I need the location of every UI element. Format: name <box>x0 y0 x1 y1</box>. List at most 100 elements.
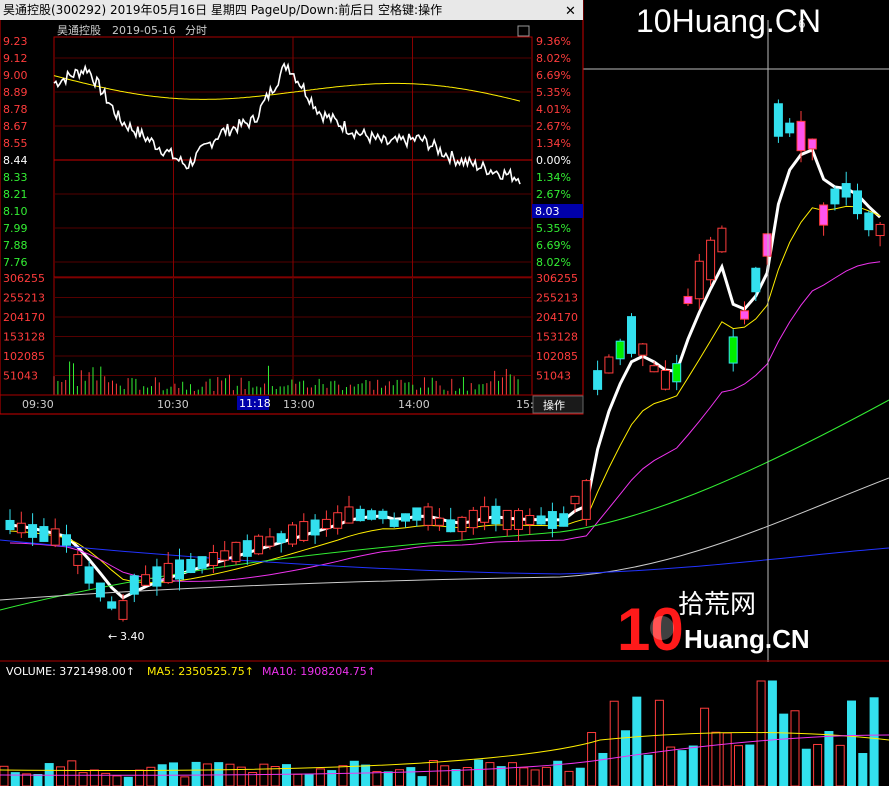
candle-body <box>73 554 83 566</box>
low-price-arrow: ← <box>108 630 117 643</box>
volume-bar <box>214 762 224 786</box>
close-icon[interactable]: ✕ <box>565 4 576 19</box>
price-tick: 8.67 <box>3 120 28 133</box>
time-label: 09:30 <box>22 398 54 411</box>
popup-date: 2019-05-16 <box>112 24 176 37</box>
volume-bar <box>22 773 32 786</box>
candle-body <box>446 519 456 533</box>
percent-tick: 5.35% <box>536 86 571 99</box>
candle-body <box>841 183 851 198</box>
main-chart: 3.40 ← 6 10Huang.CN 10 拾荒网 Huang.CN VOLU… <box>0 0 889 786</box>
candle-body <box>706 239 716 281</box>
candle-body <box>468 509 478 529</box>
candle-body <box>423 506 433 526</box>
volume-tick-right: 51043 <box>536 370 571 383</box>
candle-body <box>728 336 738 364</box>
candle-body <box>740 310 749 320</box>
volume-bar <box>677 750 687 786</box>
volume-bar <box>282 764 291 786</box>
intraday-popup[interactable]: 昊通控股(300292) 2019年05月16日 星期四 PageUp/Down… <box>0 0 584 415</box>
volume-bar <box>609 700 619 786</box>
percent-tick: 6.69% <box>536 69 571 82</box>
time-cursor: 11:18 <box>239 397 271 410</box>
candle-body <box>299 521 309 541</box>
volume-bar <box>338 765 348 786</box>
candle-body <box>434 517 444 526</box>
price-tick: 8.89 <box>3 86 28 99</box>
price-tick: 8.44 <box>3 154 28 167</box>
svg-text:Huang.CN: Huang.CN <box>684 624 810 654</box>
volume-bar <box>508 762 517 786</box>
volume-bar <box>813 743 823 786</box>
action-button-label[interactable]: 操作 <box>543 398 565 412</box>
candle-body <box>672 363 682 383</box>
candle-body <box>875 223 885 237</box>
volume-bar <box>621 730 630 786</box>
volume-bar <box>417 776 427 786</box>
percent-tick: 2.67% <box>536 188 571 201</box>
volume-bar <box>135 769 145 786</box>
percent-tick: 2.67% <box>536 120 571 133</box>
volume-tick-left: 102085 <box>3 350 45 363</box>
price-tick: 9.23 <box>3 35 28 48</box>
volume-bar <box>440 765 450 786</box>
candle-body <box>604 356 614 374</box>
volume-bar <box>541 766 551 786</box>
candle-body <box>807 138 817 150</box>
volume-bar <box>643 754 653 786</box>
volume-bar <box>519 767 529 786</box>
candle-body <box>773 103 783 137</box>
volume-tick-right: 306255 <box>536 272 578 285</box>
volume-bar <box>327 770 337 786</box>
candle-body <box>615 340 625 360</box>
volume-bar <box>496 766 506 786</box>
volume-bar <box>767 680 777 786</box>
volume-bar <box>711 731 721 786</box>
popup-mode: 分时 <box>185 24 207 37</box>
candle-body <box>231 541 241 563</box>
volume-bar <box>824 731 834 786</box>
price-tick: 7.76 <box>3 256 28 269</box>
candle-body <box>627 316 636 354</box>
candle-body <box>819 204 829 226</box>
volume-bar <box>451 769 461 786</box>
price-tick: 8.33 <box>3 171 28 184</box>
candle-body <box>751 267 761 293</box>
volume-ma10-label: MA10: 1908204.75↑ <box>262 665 376 678</box>
volume-bar <box>790 710 800 786</box>
candle-body <box>163 562 173 584</box>
watermark-top: 10Huang.CN <box>636 3 821 39</box>
price-tick: 8.55 <box>3 137 28 150</box>
candle-body <box>853 190 862 215</box>
candle-body <box>559 513 569 527</box>
percent-tick: 8.02% <box>536 256 571 269</box>
volume-bar <box>180 776 190 786</box>
candle-body <box>480 506 490 523</box>
volume-bar <box>722 732 732 786</box>
volume-bar <box>734 745 743 786</box>
candle-body <box>321 518 331 530</box>
volume-bar <box>383 771 393 786</box>
candle-body <box>864 212 874 231</box>
price-tick: 8.21 <box>3 188 28 201</box>
volume-bar <box>801 748 811 786</box>
candle-body <box>830 188 840 205</box>
candle-body <box>118 600 128 620</box>
volume-bar <box>78 772 88 786</box>
percent-tick: 0.00% <box>536 154 571 167</box>
candle-body <box>16 522 26 534</box>
volume-bar <box>474 759 484 786</box>
volume-bar <box>779 713 789 786</box>
volume-bar <box>123 776 133 786</box>
volume-bar <box>33 773 43 786</box>
candle-body <box>288 524 297 545</box>
percent-tick: 1.34% <box>536 171 571 184</box>
volume-bar <box>361 764 371 786</box>
volume-bar <box>89 769 99 786</box>
volume-bar <box>575 767 585 786</box>
volume-bar <box>654 699 664 786</box>
candle-body <box>50 528 60 546</box>
popup-title: 昊通控股(300292) 2019年05月16日 星期四 PageUp/Down… <box>3 2 442 17</box>
candle-body <box>344 506 354 524</box>
volume-bar <box>485 762 495 786</box>
